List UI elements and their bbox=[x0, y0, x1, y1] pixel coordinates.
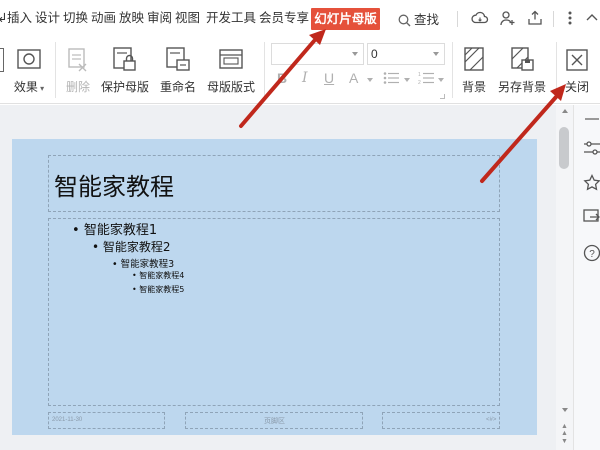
search-button[interactable]: 查找 bbox=[398, 9, 439, 28]
right-sidebar: ? bbox=[573, 105, 600, 450]
divider bbox=[55, 42, 56, 98]
divider bbox=[457, 11, 458, 27]
delete-label: 删除 bbox=[65, 80, 90, 94]
menu-transition[interactable]: 切换 bbox=[63, 10, 88, 26]
save-background-label: 另存背景 bbox=[497, 80, 546, 94]
numbered-list-icon[interactable]: 1 2 bbox=[418, 71, 436, 85]
page-down-icon[interactable]: ▼ bbox=[561, 438, 568, 445]
sidebar-handle-icon[interactable] bbox=[585, 118, 599, 120]
cropped-tool-icon[interactable] bbox=[0, 48, 4, 72]
slide-layout-icon[interactable] bbox=[583, 209, 600, 225]
close-master-view-button[interactable]: 关闭 bbox=[562, 44, 592, 95]
italic-icon[interactable]: I bbox=[302, 70, 308, 86]
page-number-placeholder[interactable] bbox=[382, 412, 500, 429]
bullet-level-2[interactable]: • 智能家教程2 bbox=[92, 238, 171, 255]
svg-text:2: 2 bbox=[418, 80, 421, 85]
effects-label: 效果 bbox=[13, 80, 38, 94]
footer-center-text: 页脚区 bbox=[264, 418, 285, 425]
search-label: 查找 bbox=[414, 13, 440, 27]
bullet-level-1[interactable]: • 智能家教程1 bbox=[72, 219, 157, 238]
menu-bar: ↲ 插入 设计 切换 动画 放映 审阅 视图 开发工具 会员专享 幻灯片母版 查… bbox=[0, 0, 600, 38]
bullet-text: 智能家教程5 bbox=[139, 285, 185, 294]
menu-developer-tools[interactable]: 开发工具 bbox=[206, 10, 256, 26]
chevron-down-icon bbox=[352, 52, 358, 56]
bullet-list-icon[interactable] bbox=[383, 71, 401, 85]
bullet-text: 智能家教程3 bbox=[120, 259, 175, 270]
slide-title[interactable]: 智能家教程 bbox=[54, 167, 174, 202]
scroll-up-icon[interactable] bbox=[562, 109, 568, 113]
delete-master-icon bbox=[60, 44, 96, 72]
master-layout-button[interactable]: 母版版式 bbox=[204, 44, 258, 95]
background-label: 背景 bbox=[461, 80, 486, 94]
font-size-select[interactable]: 0 bbox=[367, 43, 445, 65]
chevron-down-icon: ▾ bbox=[37, 84, 45, 93]
collapse-ribbon-icon[interactable] bbox=[584, 9, 600, 27]
cloud-sync-icon[interactable] bbox=[471, 9, 489, 27]
bullet-level-3[interactable]: • 智能家教程3 bbox=[112, 256, 174, 270]
protect-master-label: 保护母版 bbox=[100, 80, 149, 94]
close-icon bbox=[562, 44, 592, 72]
more-options-icon[interactable] bbox=[566, 9, 574, 27]
footer-page-number: <#> bbox=[486, 417, 497, 423]
divider bbox=[264, 42, 265, 98]
bullet-text: 智能家教程2 bbox=[102, 240, 171, 254]
menu-slideshow[interactable]: 放映 bbox=[119, 10, 144, 26]
background-button[interactable]: 背景 bbox=[458, 44, 490, 95]
divider bbox=[556, 42, 557, 98]
font-dialog-launcher-icon[interactable] bbox=[440, 94, 445, 99]
footer-date: 2021-11-30 bbox=[52, 417, 83, 423]
menu-view[interactable]: 视图 bbox=[175, 10, 200, 26]
chevron-down-icon bbox=[367, 78, 373, 82]
menu-insert[interactable]: 插入 bbox=[7, 10, 32, 26]
underline-icon[interactable]: U bbox=[324, 70, 334, 86]
rename-button[interactable]: 重命名 bbox=[158, 44, 198, 95]
master-layout-icon bbox=[204, 44, 258, 72]
bullet-level-5[interactable]: • 智能家教程5 bbox=[132, 284, 184, 295]
protect-master-button[interactable]: 保护母版 bbox=[98, 44, 152, 95]
background-icon bbox=[458, 44, 490, 72]
tab-slide-master[interactable]: 幻灯片母版 bbox=[311, 8, 380, 30]
svg-text:?: ? bbox=[589, 249, 595, 260]
svg-text:1: 1 bbox=[418, 72, 421, 78]
properties-sliders-icon[interactable] bbox=[584, 140, 600, 156]
star-effects-icon[interactable] bbox=[583, 174, 600, 192]
page-up-icon[interactable]: ▲ ▲ bbox=[561, 423, 568, 437]
chevron-down-icon bbox=[438, 78, 444, 82]
divider bbox=[553, 11, 554, 27]
font-size-value: 0 bbox=[371, 47, 378, 61]
close-label: 关闭 bbox=[564, 80, 589, 94]
scrollbar-thumb[interactable] bbox=[559, 127, 569, 169]
master-layout-label: 母版版式 bbox=[206, 80, 255, 94]
save-background-icon bbox=[495, 44, 549, 72]
font-color-icon[interactable]: A bbox=[349, 70, 358, 86]
divider bbox=[452, 42, 453, 98]
save-background-button[interactable]: 另存背景 bbox=[495, 44, 549, 95]
chevron-down-icon bbox=[433, 52, 439, 56]
bullet-text: 智能家教程1 bbox=[83, 223, 158, 238]
effects-button[interactable]: 效果 ▾ bbox=[10, 44, 48, 95]
search-icon bbox=[398, 14, 411, 27]
rename-icon bbox=[158, 44, 198, 72]
font-name-select[interactable] bbox=[271, 43, 364, 65]
rename-label: 重命名 bbox=[159, 80, 196, 94]
lock-master-icon bbox=[98, 44, 152, 72]
bullet-text: 智能家教程4 bbox=[139, 271, 185, 280]
menu-member-exclusive[interactable]: 会员专享 bbox=[259, 10, 309, 26]
menu-animation[interactable]: 动画 bbox=[91, 10, 116, 26]
scroll-down-icon[interactable] bbox=[562, 408, 568, 412]
help-icon[interactable]: ? bbox=[583, 244, 600, 262]
vertical-scrollbar[interactable]: ▲ ▲ ▼ bbox=[556, 105, 573, 450]
delete-button[interactable]: 删除 bbox=[60, 44, 96, 95]
menu-review[interactable]: 审阅 bbox=[147, 10, 172, 26]
bullet-level-4[interactable]: • 智能家教程4 bbox=[132, 270, 184, 281]
effects-icon bbox=[10, 44, 48, 72]
ribbon-toolbar: 效果 ▾ 删除 保护母版 重命名 母版版式 0 B I U A 1 2 背景 另… bbox=[0, 38, 600, 104]
chevron-down-icon bbox=[404, 78, 410, 82]
bold-icon[interactable]: B bbox=[277, 70, 287, 86]
menu-design[interactable]: 设计 bbox=[35, 10, 60, 26]
export-share-icon[interactable] bbox=[526, 9, 544, 27]
share-user-icon[interactable] bbox=[499, 9, 517, 27]
